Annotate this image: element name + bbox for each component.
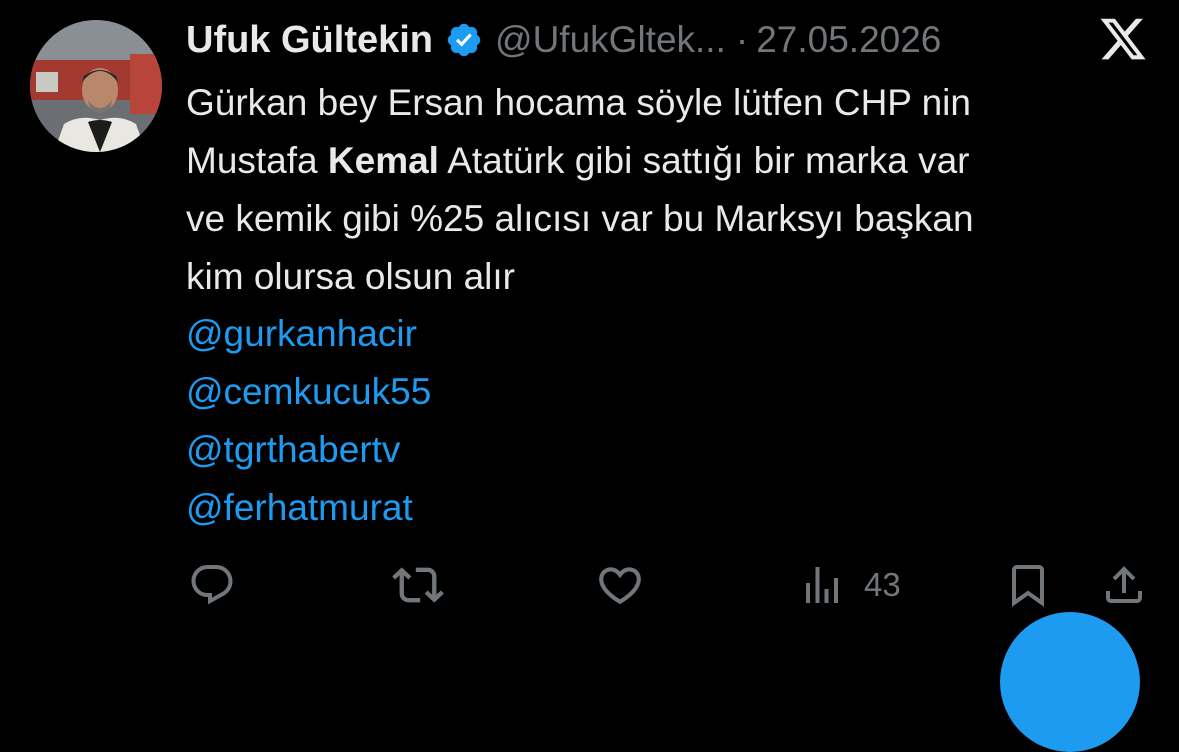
- like-button[interactable]: [595, 560, 645, 610]
- views-count: 43: [864, 566, 901, 603]
- tweet-header: Ufuk Gültekin @UfukGltek... · 27.05.2026: [186, 14, 941, 66]
- mentions-list: @gurkanhacir @cemkucuk55 @tgrthabertv @f…: [186, 305, 431, 537]
- mention-link[interactable]: @cemkucuk55: [186, 363, 431, 421]
- views-button[interactable]: 43: [798, 560, 901, 610]
- heart-icon: [595, 560, 645, 610]
- reply-icon: [188, 561, 236, 609]
- author-display-name[interactable]: Ufuk Gültekin: [186, 19, 433, 62]
- tweet-text-line: ve kemik gibi %25 alıcısı var bu Marksyı…: [186, 198, 974, 239]
- tweet-body: Gürkan bey Ersan hocama söyle lütfen CHP…: [186, 74, 1166, 306]
- verified-badge-icon: [445, 21, 483, 59]
- author-handle[interactable]: @UfukGltek...: [495, 19, 726, 61]
- bookmark-icon: [1004, 561, 1052, 609]
- compose-fab-button[interactable]: [1000, 612, 1140, 752]
- mention-link[interactable]: @ferhatmurat: [186, 479, 431, 537]
- x-logo-icon[interactable]: [1098, 14, 1148, 64]
- share-icon: [1100, 561, 1148, 609]
- retweet-button[interactable]: [392, 560, 444, 610]
- avatar-photo: [30, 20, 162, 152]
- reply-button[interactable]: [188, 560, 236, 610]
- tweet-text-line: Gürkan bey Ersan hocama söyle lütfen CHP…: [186, 82, 971, 123]
- share-button[interactable]: [1100, 560, 1148, 610]
- tweet-text-bold-segment: Kemal: [327, 140, 439, 181]
- tweet-date[interactable]: 27.05.2026: [756, 19, 941, 61]
- mention-link[interactable]: @gurkanhacir: [186, 305, 431, 363]
- views-bar-chart-icon: [798, 561, 846, 609]
- header-separator: ·: [735, 19, 749, 60]
- retweet-icon: [392, 559, 444, 611]
- author-avatar[interactable]: [30, 20, 162, 152]
- tweet-text-segment: Atatürk gibi sattığı bir marka var: [438, 140, 970, 181]
- tweet-text-line: kim olursa olsun alır: [186, 256, 516, 297]
- tweet-text-line: Mustafa Kemal Atatürk gibi sattığı bir m…: [186, 132, 1166, 190]
- mention-link[interactable]: @tgrthabertv: [186, 421, 431, 479]
- bookmark-button[interactable]: [1004, 560, 1052, 610]
- tweet-actions-bar: 43: [0, 560, 1179, 610]
- tweet-text-segment: Mustafa: [186, 140, 328, 181]
